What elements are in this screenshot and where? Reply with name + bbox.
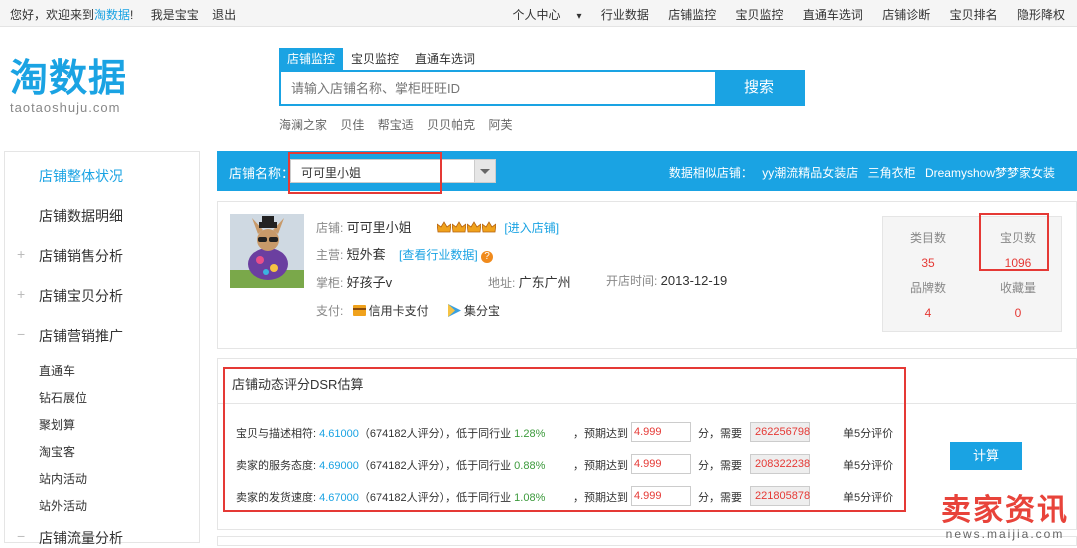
pay-jifenbao: 集分宝 xyxy=(448,304,500,318)
shop-open-date: 2013-12-19 xyxy=(660,273,728,288)
crown-rating-icon xyxy=(437,221,497,235)
nav-item-monitor[interactable]: 宝贝监控 xyxy=(736,8,784,22)
highlight-box-item-count xyxy=(979,213,1049,271)
highlight-box-shop-select xyxy=(288,152,442,194)
search-box: 搜索 xyxy=(279,70,805,106)
nav-industry-data[interactable]: 行业数据 xyxy=(601,8,649,22)
top-nav: 个人中心 ▾ 行业数据 店铺监控 宝贝监控 直通车选词 店铺诊断 宝贝排名 隐形降… xyxy=(480,6,1065,23)
shop-name: 可可里小姐 xyxy=(346,220,412,235)
search-panel: 店铺监控宝贝监控直通车选词 搜索 海澜之家 贝佳 帮宝适 贝贝帕克 阿芙 xyxy=(279,48,805,133)
greeting: 您好，欢迎来到淘数据! 我是宝宝 退出 xyxy=(10,6,236,23)
top-bar: 您好，欢迎来到淘数据! 我是宝宝 退出 个人中心 ▾ 行业数据 店铺监控 宝贝监控… xyxy=(0,0,1077,27)
shop-payment-row: 支付: 信用卡支付 集分宝 xyxy=(316,304,501,318)
shop-avatar xyxy=(230,214,304,288)
similar-shop-link[interactable]: Dreamyshow梦梦家女装 xyxy=(925,166,1055,180)
search-button[interactable]: 搜索 xyxy=(715,72,803,104)
shop-keeper: 好孩子v xyxy=(346,275,393,290)
tab-shop-monitor[interactable]: 店铺监控 xyxy=(279,48,344,70)
highlight-box-dsr xyxy=(223,367,906,512)
sidebar-subitem-diamond[interactable]: 钻石展位 xyxy=(39,389,87,406)
shop-open-date-row: 开店时间: 2013-12-19 xyxy=(606,273,728,288)
nav-item-ranking[interactable]: 宝贝排名 xyxy=(950,8,998,22)
sidebar-subitem-juhuasuan[interactable]: 聚划算 xyxy=(39,416,75,433)
credit-card-icon xyxy=(352,305,366,316)
tab-item-monitor[interactable]: 宝贝监控 xyxy=(343,48,407,70)
nav-hidden-demotion[interactable]: 隐形降权 xyxy=(1017,8,1065,22)
hot-search-link[interactable]: 贝贝帕克 xyxy=(427,118,475,132)
collapse-icon[interactable]: − xyxy=(17,326,25,342)
sidebar-subitem-onsite[interactable]: 站内活动 xyxy=(39,470,87,487)
nav-shop-monitor[interactable]: 店铺监控 xyxy=(668,8,716,22)
shop-name-row: 店铺: 可可里小姐 [进入店铺] xyxy=(316,220,560,235)
sidebar: 店铺整体状况 店铺数据明细 + 店铺销售分析 + 店铺宝贝分析 − 店铺营销推广… xyxy=(4,151,200,546)
expand-icon[interactable]: + xyxy=(17,286,25,302)
logo-domain: taotaoshuju.com xyxy=(10,100,121,115)
shop-address: 广东广州 xyxy=(518,275,571,290)
stat-category-count: 类目数 35 xyxy=(909,231,946,270)
search-input[interactable] xyxy=(281,72,717,104)
sidebar-subitem-taobaoke[interactable]: 淘宝客 xyxy=(39,443,75,460)
shop-main-row: 主营: 短外套 [查看行业数据] ? xyxy=(316,244,494,263)
similar-shops-label: 数据相似店铺： xyxy=(668,166,753,180)
calculate-button[interactable]: 计算 xyxy=(950,442,1022,470)
hot-search-link[interactable]: 贝佳 xyxy=(340,118,364,132)
watermark-logo: 卖家资讯 news.maijia.com xyxy=(941,494,1069,542)
dog-avatar-image xyxy=(230,214,304,288)
username[interactable]: 我是宝宝 xyxy=(151,8,199,22)
hot-search-link[interactable]: 帮宝适 xyxy=(378,118,414,132)
hot-search-link[interactable]: 阿芙 xyxy=(488,118,512,132)
enter-shop-link[interactable]: [进入店铺] xyxy=(504,221,559,235)
similar-shops: 数据相似店铺： yy潮流精品女装店 三角衣柜 Dreamyshow梦梦家女装 xyxy=(669,164,1055,181)
collapse-icon[interactable]: − xyxy=(17,528,25,544)
industry-data-link[interactable]: [查看行业数据] xyxy=(399,248,478,262)
sidebar-subitem-ztc[interactable]: 直通车 xyxy=(39,362,75,379)
search-tabs: 店铺监控 宝贝监控 直通车选词 xyxy=(279,48,805,70)
similar-shop-link[interactable]: 三角衣柜 xyxy=(868,166,916,180)
shop-address-row: 地址: 广东广州 xyxy=(488,275,571,290)
help-icon[interactable]: ? xyxy=(481,251,494,263)
pay-credit-card: 信用卡支付 xyxy=(352,304,432,318)
nav-shop-diagnosis[interactable]: 店铺诊断 xyxy=(882,8,930,22)
stat-favorites-count: 收藏量 0 xyxy=(999,281,1036,320)
similar-shop-link[interactable]: yy潮流精品女装店 xyxy=(762,166,858,180)
nav-personal-center[interactable]: 个人中心 ▾ xyxy=(496,8,581,22)
greeting-prefix: 您好，欢迎来到 xyxy=(10,8,95,22)
logout-link[interactable]: 退出 xyxy=(212,8,236,22)
site-logo[interactable]: 淘数据 taotaoshuju.com xyxy=(10,58,150,115)
tab-keyword[interactable]: 直通车选词 xyxy=(407,48,483,70)
hot-search-link[interactable]: 海澜之家 xyxy=(279,118,327,132)
stat-brand-count: 品牌数 4 xyxy=(909,281,946,320)
expand-icon[interactable]: + xyxy=(17,246,25,262)
greeting-suffix: ! xyxy=(130,8,134,22)
chevron-down-icon[interactable] xyxy=(474,160,495,182)
shop-keeper-row: 掌柜: 好孩子v xyxy=(316,275,393,290)
logo-text: 淘数据 xyxy=(10,56,128,100)
hot-searches: 海澜之家 贝佳 帮宝适 贝贝帕克 阿芙 xyxy=(279,116,805,133)
chevron-down-icon: ▾ xyxy=(576,11,582,22)
nav-keyword-select[interactable]: 直通车选词 xyxy=(803,8,863,22)
jifenbao-icon xyxy=(448,304,462,317)
shop-info-card: 店铺: 可可里小姐 [进入店铺] 主营: 短外套 [查看行业数据] ? 掌柜: … xyxy=(217,201,1077,349)
brand-link[interactable]: 淘数据 xyxy=(94,8,130,22)
shop-name-label: 店铺名称： xyxy=(229,166,295,181)
shop-main-category: 短外套 xyxy=(346,247,386,262)
sidebar-subitem-offsite[interactable]: 站外活动 xyxy=(39,497,87,514)
